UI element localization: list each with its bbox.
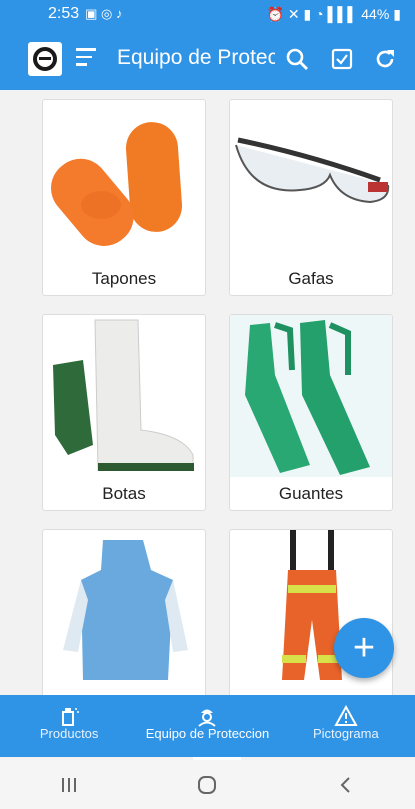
checkbox-icon[interactable] bbox=[327, 44, 357, 74]
bottom-nav: Productos Equipo de Proteccion Pictogram… bbox=[0, 695, 415, 757]
warning-icon bbox=[334, 705, 358, 726]
product-grid: Tapones Gafas Botas Guantes bbox=[0, 90, 415, 695]
product-card-apron[interactable] bbox=[42, 529, 206, 695]
menu-icon[interactable] bbox=[76, 48, 98, 70]
page-title: Equipo de Protecc bbox=[117, 46, 275, 69]
product-card-botas[interactable]: Botas bbox=[42, 314, 206, 511]
nav-item-equipo[interactable]: Equipo de Proteccion bbox=[138, 695, 276, 757]
nav-label: Pictograma bbox=[312, 726, 379, 741]
plus-icon: + bbox=[352, 626, 376, 669]
back-icon[interactable] bbox=[336, 775, 356, 795]
battery-icon: ▮ bbox=[393, 5, 401, 22]
battery-level: 44% bbox=[361, 6, 390, 22]
gloves-image bbox=[230, 315, 392, 477]
apron-image bbox=[43, 530, 205, 692]
add-button[interactable]: + bbox=[334, 618, 394, 678]
nav-item-productos[interactable]: Productos bbox=[0, 695, 138, 757]
status-bar: 2:53 ▣ ◎ ♪ ⏰ ✕ ▮ ◔ ▌▌▌ 44% ▮ bbox=[0, 0, 415, 28]
app-bar: Equipo de Protecc bbox=[0, 28, 415, 90]
boots-image bbox=[43, 315, 205, 477]
nav-label: Equipo de Proteccion bbox=[145, 726, 270, 741]
worker-icon bbox=[198, 709, 217, 727]
product-card-gafas[interactable]: Gafas bbox=[229, 99, 393, 296]
nav-label: Productos bbox=[39, 726, 99, 741]
recent-apps-icon[interactable] bbox=[59, 775, 79, 795]
product-label: Guantes bbox=[278, 484, 344, 503]
status-time: 2:53 bbox=[48, 5, 80, 22]
status-icons: ⏰ ✕ ▮ ◔ ▌▌▌ bbox=[266, 5, 358, 22]
product-card-tapones[interactable]: Tapones bbox=[42, 99, 206, 296]
earplugs-image bbox=[43, 100, 205, 262]
home-icon[interactable] bbox=[196, 774, 218, 796]
product-label: Tapones bbox=[91, 269, 157, 288]
product-card-guantes[interactable]: Guantes bbox=[229, 314, 393, 511]
app-logo bbox=[28, 42, 62, 76]
product-label: Botas bbox=[102, 484, 146, 503]
glasses-image bbox=[230, 100, 392, 262]
spray-icon bbox=[62, 708, 80, 726]
refresh-icon[interactable] bbox=[370, 44, 400, 74]
notification-icons: ▣ ◎ ♪ bbox=[85, 6, 123, 21]
nav-item-pictograma[interactable]: Pictograma bbox=[277, 695, 415, 757]
search-icon[interactable] bbox=[282, 44, 312, 74]
system-nav-bar bbox=[0, 760, 415, 809]
product-label: Gafas bbox=[288, 269, 334, 288]
